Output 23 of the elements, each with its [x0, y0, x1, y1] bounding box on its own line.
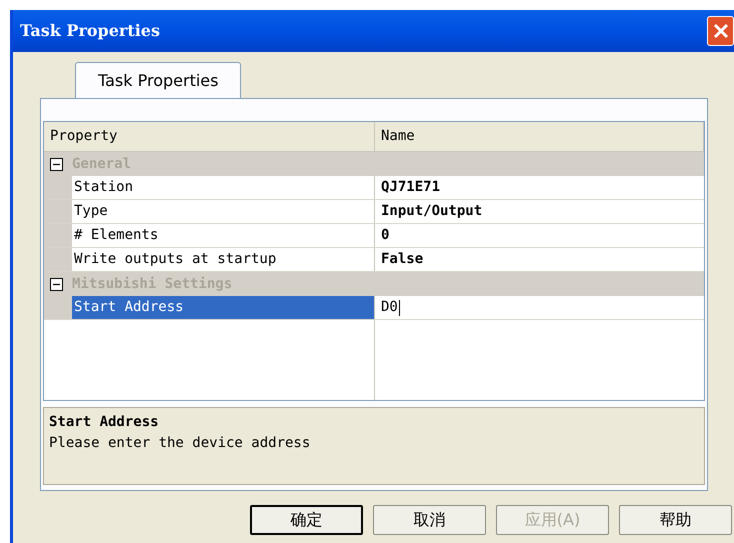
- collapse-toggle-icon[interactable]: [50, 278, 63, 290]
- property-name-cell[interactable]: # Elements: [72, 224, 375, 247]
- window-title: Task Properties: [19, 20, 160, 42]
- property-value-cell[interactable]: D0: [381, 297, 398, 318]
- property-value-cell[interactable]: 0: [381, 225, 390, 246]
- dialog-button[interactable]: 取消: [373, 505, 486, 535]
- column-header[interactable]: Property: [44, 122, 375, 151]
- description-title: Start Address: [49, 413, 160, 432]
- property-value-cell[interactable]: QJ71E71: [381, 177, 440, 198]
- property-name-cell[interactable]: Write outputs at startup: [72, 248, 375, 271]
- property-value-cell[interactable]: False: [381, 249, 424, 270]
- tab[interactable]: Task Properties: [75, 62, 242, 98]
- property-name-cell[interactable]: Start Address: [72, 296, 375, 319]
- column-header[interactable]: Name: [375, 122, 704, 151]
- close-icon: [712, 23, 728, 39]
- property-name-cell[interactable]: Type: [72, 200, 375, 223]
- dialog-button[interactable]: 帮助: [619, 505, 732, 535]
- description-text: Please enter the device address: [49, 434, 312, 453]
- close-button[interactable]: [707, 16, 734, 46]
- collapse-toggle-icon[interactable]: [50, 158, 63, 170]
- property-value-cell[interactable]: Input/Output: [381, 201, 482, 222]
- property-name-cell[interactable]: Station: [72, 176, 375, 199]
- dialog-button[interactable]: 确定: [250, 505, 363, 535]
